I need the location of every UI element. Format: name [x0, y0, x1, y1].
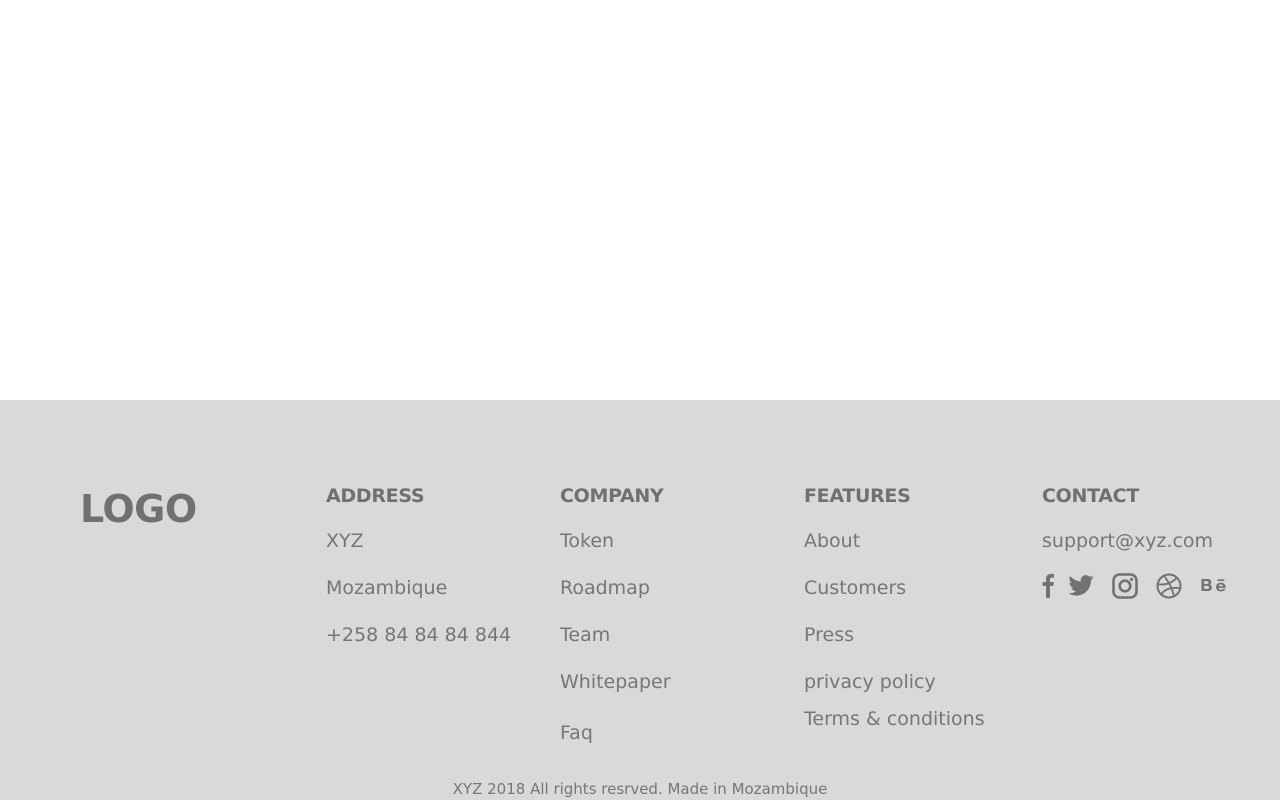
- address-heading: ADDRESS: [326, 485, 425, 507]
- page-content-area: [0, 0, 1280, 400]
- features-heading: FEATURES: [804, 485, 911, 507]
- twitter-icon[interactable]: [1068, 575, 1094, 596]
- features-link-terms[interactable]: Terms & conditions: [804, 707, 985, 731]
- company-link-whitepaper[interactable]: Whitepaper: [560, 670, 671, 694]
- site-footer: LOGO ADDRESS XYZ Mozambique +258 84 84 8…: [0, 400, 1280, 800]
- instagram-icon[interactable]: [1112, 573, 1138, 599]
- logo[interactable]: LOGO: [80, 486, 197, 532]
- features-link-privacy-policy[interactable]: privacy policy: [804, 670, 936, 694]
- address-line-phone: +258 84 84 84 844: [326, 624, 512, 646]
- company-heading: COMPANY: [560, 485, 664, 507]
- contact-email-link[interactable]: support@xyz.com: [1042, 529, 1213, 553]
- address-line-name: XYZ: [326, 530, 364, 552]
- company-link-token[interactable]: Token: [560, 529, 614, 553]
- contact-column: CONTACT support@xyz.com: [1042, 484, 1226, 599]
- contact-heading: CONTACT: [1042, 485, 1139, 507]
- features-link-customers[interactable]: Customers: [804, 576, 906, 600]
- address-line-country: Mozambique: [326, 577, 448, 599]
- company-link-faq[interactable]: Faq: [560, 721, 593, 745]
- dribbble-icon[interactable]: [1156, 573, 1182, 599]
- address-column: ADDRESS XYZ Mozambique +258 84 84 84 844: [326, 484, 511, 646]
- company-column: COMPANY Token Roadmap Team Whitepaper Fa…: [560, 484, 671, 744]
- company-link-team[interactable]: Team: [560, 623, 610, 647]
- copyright-text: XYZ 2018 All rights resrved. Made in Moz…: [452, 780, 828, 798]
- facebook-icon[interactable]: [1042, 572, 1054, 598]
- features-link-about[interactable]: About: [804, 529, 860, 553]
- features-link-press[interactable]: Press: [804, 623, 854, 647]
- company-link-roadmap[interactable]: Roadmap: [560, 576, 650, 600]
- features-column: FEATURES About Customers Press privacy p…: [804, 484, 985, 730]
- behance-icon[interactable]: [1201, 575, 1227, 595]
